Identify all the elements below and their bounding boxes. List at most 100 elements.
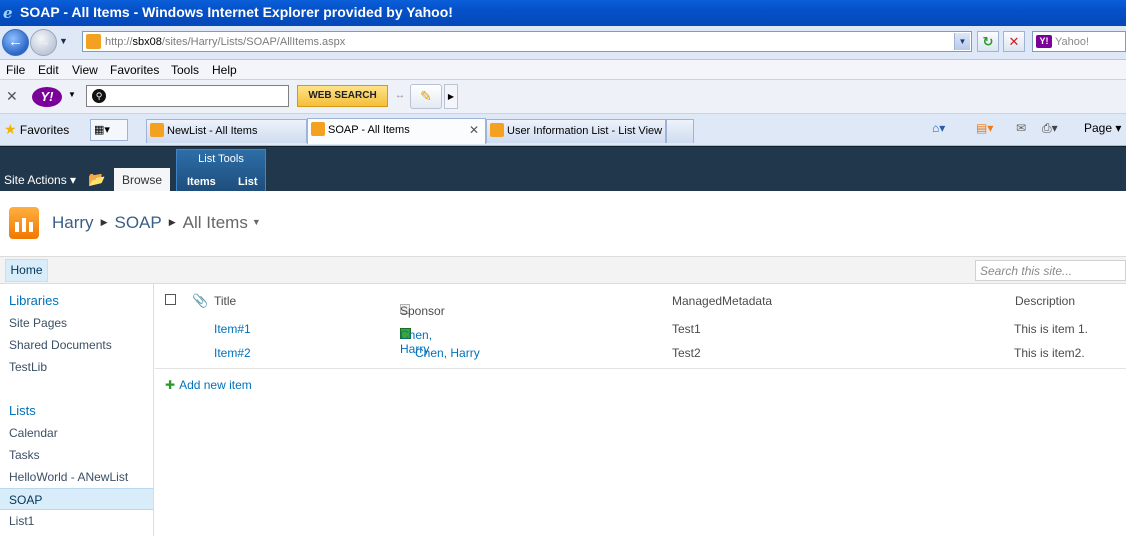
tab-browse[interactable]: Browse — [114, 168, 170, 192]
item-title-link[interactable]: Item#1 — [214, 322, 251, 336]
breadcrumb-arrow-icon: ▶ — [100, 217, 108, 227]
page-menu-button[interactable]: Page ▾ — [1084, 121, 1121, 135]
menu-tools[interactable]: Tools — [171, 63, 199, 77]
attachment-icon: 📎 — [192, 293, 209, 308]
table-row: Item#2 Chen, Harry Test2 This is item2. — [155, 340, 1126, 364]
yahoo-logo[interactable]: Y! — [32, 87, 62, 107]
yahoo-toolbar: ✕ Y! ▼ ⚲ WEB SEARCH ↔ ✎ ▶ — [0, 80, 1126, 114]
web-search-button[interactable]: WEB SEARCH — [297, 85, 388, 107]
toolbar-grip-icon: ↔ — [395, 90, 405, 101]
magnifier-icon: ⚲ — [92, 89, 106, 103]
sharepoint-ribbon: Site Actions ▾ 📂 Browse List Tools Items… — [0, 146, 1126, 192]
sharepoint-tab-icon — [490, 123, 504, 137]
tab-items[interactable]: Items — [187, 176, 216, 188]
menu-file[interactable]: File — [6, 63, 25, 77]
description-value: This is item2. — [1014, 346, 1085, 360]
tab-user-information[interactable]: User Information List - List View — [486, 119, 666, 143]
select-all-checkbox[interactable] — [165, 294, 176, 305]
refresh-button[interactable]: ↻ — [977, 31, 999, 52]
stop-button[interactable]: ✕ — [1003, 31, 1025, 52]
top-navigation: Home Search this site... — [0, 256, 1126, 284]
site-search-input[interactable]: Search this site... — [975, 260, 1126, 281]
sharepoint-favicon-icon — [86, 34, 101, 49]
table-row: Item#1 Chen, Harry Test1 This is item 1. — [214, 322, 1089, 356]
plus-icon: ✚ — [165, 378, 176, 392]
libraries-header[interactable]: Libraries — [9, 293, 59, 308]
new-tab-button[interactable] — [666, 119, 694, 143]
favorites-button[interactable]: ★ Favorites — [4, 121, 69, 138]
ie-logo-icon: e — [3, 4, 13, 22]
yahoo-search-input[interactable]: ⚲ — [86, 85, 289, 107]
grid-icon: ▦▾ — [94, 124, 110, 136]
divider — [155, 368, 1126, 369]
site-actions-menu[interactable]: Site Actions ▾ — [4, 173, 76, 187]
menu-edit[interactable]: Edit — [38, 63, 59, 77]
nav-site-pages[interactable]: Site Pages — [0, 312, 153, 334]
managed-metadata-value: Test1 — [672, 322, 701, 336]
nav-soap[interactable]: SOAP — [0, 488, 153, 510]
page-title-area: Harry ▶ SOAP ▶ All Items ▼ — [0, 191, 1126, 256]
recent-pages-dropdown-icon[interactable]: ▼ — [59, 36, 68, 46]
sharepoint-tab-icon — [311, 122, 325, 136]
breadcrumb-arrow-icon: ▶ — [168, 217, 176, 227]
close-tab-icon[interactable]: ✕ — [469, 119, 479, 141]
quick-launch: Libraries Site Pages Shared Documents Te… — [0, 284, 154, 536]
add-new-item-link[interactable]: ✚ Add new item — [165, 378, 252, 392]
tab-bar: ★ Favorites ▦▾ NewList - All Items SOAP … — [0, 114, 1126, 146]
list-tools-label: List Tools — [198, 153, 244, 165]
column-managed-metadata[interactable]: ManagedMetadata — [672, 294, 772, 308]
menu-view[interactable]: View — [72, 63, 98, 77]
yahoo-notepad-icon[interactable]: ✎ — [410, 84, 442, 109]
back-button[interactable]: ← — [2, 29, 29, 56]
yahoo-menu-dropdown-icon[interactable]: ▼ — [68, 90, 76, 99]
yahoo-search-icon: Y! — [1036, 35, 1052, 48]
address-url: http://sbx08/sites/Harry/Lists/SOAP/AllI… — [105, 36, 346, 48]
item-title-link[interactable]: Item#2 — [214, 346, 251, 360]
nav-testlib[interactable]: TestLib — [0, 356, 153, 378]
address-toolbar: ← → ▼ http://sbx08/sites/Harry/Lists/SOA… — [0, 26, 1126, 60]
forward-button[interactable]: → — [30, 29, 57, 56]
address-field[interactable]: http://sbx08/sites/Harry/Lists/SOAP/AllI… — [82, 31, 972, 52]
breadcrumb-view[interactable]: All Items — [183, 213, 248, 232]
feeds-icon[interactable]: ▤▾ — [976, 121, 993, 135]
quick-tabs-button[interactable]: ▦▾ — [90, 119, 128, 141]
list-view: 📎 Title Sponsor ManagedMetadata Descript… — [155, 284, 1126, 536]
lists-header[interactable]: Lists — [9, 403, 36, 418]
sharepoint-tab-icon — [150, 123, 164, 137]
menu-favorites[interactable]: Favorites — [110, 63, 159, 77]
star-icon: ★ — [4, 121, 17, 137]
sponsor-link[interactable]: Chen, Harry — [415, 346, 480, 360]
tab-soap[interactable]: SOAP - All Items ✕ — [307, 118, 486, 144]
nav-shared-documents[interactable]: Shared Documents — [0, 334, 153, 356]
breadcrumb-site[interactable]: Harry — [52, 213, 94, 232]
column-title[interactable]: Title — [214, 294, 236, 308]
view-dropdown-icon[interactable]: ▼ — [252, 217, 261, 227]
list-tools-group: List Tools Items List — [176, 149, 266, 192]
close-toolbar-icon[interactable]: ✕ — [6, 88, 18, 105]
managed-metadata-value: Test2 — [672, 346, 701, 360]
menu-bar: File Edit View Favorites Tools Help — [0, 60, 1126, 80]
tab-newlist[interactable]: NewList - All Items — [146, 119, 307, 143]
nav-helloworld[interactable]: HelloWorld - ANewList — [0, 466, 153, 488]
mail-icon[interactable]: ✉ — [1016, 121, 1026, 135]
nav-list1[interactable]: List1 — [0, 510, 153, 532]
window-title: SOAP - All Items - Windows Internet Expl… — [20, 4, 453, 20]
tab-list[interactable]: List — [238, 176, 258, 188]
menu-help[interactable]: Help — [212, 63, 237, 77]
nav-tasks[interactable]: Tasks — [0, 444, 153, 466]
browser-search-input[interactable]: Y! Yahoo! — [1032, 31, 1126, 52]
site-logo-icon[interactable] — [9, 207, 39, 239]
breadcrumb-list[interactable]: SOAP — [114, 213, 161, 232]
nav-calendar[interactable]: Calendar — [0, 422, 153, 444]
column-description[interactable]: Description — [1015, 294, 1075, 308]
nav-home[interactable]: Home — [5, 259, 48, 282]
print-icon[interactable]: ⎙▾ — [1042, 121, 1058, 136]
navigate-up-icon[interactable]: 📂 — [88, 171, 105, 188]
breadcrumb: Harry ▶ SOAP ▶ All Items ▼ — [52, 213, 261, 233]
forward-arrow-icon: → — [36, 33, 51, 50]
list-header-row: 📎 Title Sponsor ManagedMetadata Descript… — [155, 284, 1126, 318]
window-titlebar: e SOAP - All Items - Windows Internet Ex… — [0, 0, 1126, 26]
toolbar-more-icon[interactable]: ▶ — [444, 84, 458, 109]
home-icon[interactable]: ⌂▾ — [932, 121, 945, 135]
address-dropdown-icon[interactable]: ▼ — [954, 33, 970, 50]
